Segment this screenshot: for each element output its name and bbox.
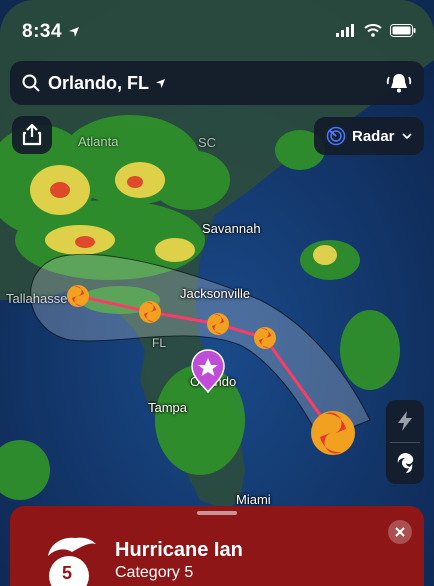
location-arrow-icon [69,27,79,37]
map-overlay-toggles [386,400,424,484]
layer-selector-label: Radar [352,127,395,145]
bell-alert-icon[interactable] [386,71,412,95]
search-location-text: Orlando, FL [48,72,149,93]
lightning-icon[interactable] [396,410,414,432]
share-icon [22,124,42,146]
radar-icon [326,126,346,146]
battery-icon [390,24,416,37]
hurricane-marker[interactable] [207,313,229,335]
hurricane-marker[interactable] [139,301,161,323]
status-time: 8:34 [22,21,63,42]
status-bar: 8:34 [0,0,434,50]
hurricane-marker[interactable] [67,285,89,307]
wifi-icon [364,24,382,37]
location-pin[interactable] [191,349,225,394]
storm-info-sheet[interactable]: 5 Hurricane Ian Category 5 [10,506,424,586]
storm-name: Hurricane Ian [115,539,243,561]
category-number: 5 [61,563,72,583]
location-arrow-icon [156,78,165,88]
share-button[interactable] [12,116,52,154]
signal-icon [336,24,354,37]
location-search-bar[interactable]: Orlando, FL [10,61,424,105]
sheet-handle[interactable] [197,511,237,515]
layer-selector-button[interactable]: Radar [314,117,424,155]
storm-category: Category 5 [115,564,194,581]
hurricane-current-marker[interactable] [311,411,355,455]
hurricane-icon[interactable] [394,451,416,475]
close-icon [395,527,405,537]
search-icon [22,74,40,92]
app-screen: Atlanta SC Savannah Tallahassee Jacksonv… [0,0,434,586]
chevron-down-icon [401,132,412,139]
close-button[interactable] [388,520,412,544]
hurricane-marker[interactable] [254,327,276,349]
